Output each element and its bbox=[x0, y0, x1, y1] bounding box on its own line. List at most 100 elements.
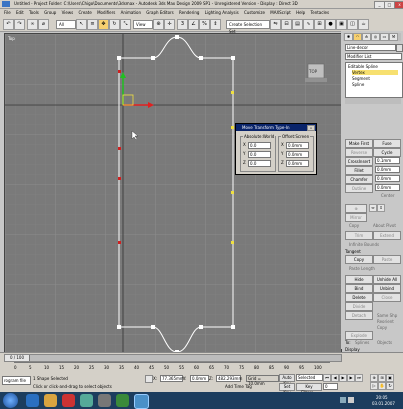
vertex[interactable] bbox=[117, 325, 121, 329]
stack-spline[interactable]: Spline bbox=[352, 82, 364, 87]
explorer-taskbar-icon[interactable] bbox=[44, 394, 57, 407]
vertex[interactable] bbox=[151, 56, 155, 60]
vertex-red[interactable] bbox=[118, 177, 121, 180]
set-key-button[interactable]: Set Key bbox=[279, 383, 295, 395]
crossinsert-button[interactable]: CrossInsert bbox=[345, 157, 373, 166]
schematic-view-icon[interactable]: ⊞ bbox=[314, 19, 325, 30]
snap-toggle-icon[interactable]: 3 bbox=[177, 19, 188, 30]
tangent-paste-button[interactable]: Paste bbox=[373, 255, 401, 264]
3dsmax-taskbar-icon[interactable] bbox=[134, 394, 149, 409]
mirror-h-icon[interactable]: ⇔ bbox=[369, 204, 377, 212]
menu-maxscript[interactable]: MAXScript bbox=[270, 9, 291, 17]
vertex-red[interactable] bbox=[118, 70, 121, 73]
named-selection-dropdown[interactable]: Create Selection Set bbox=[226, 20, 270, 34]
current-frame-field[interactable]: 0 bbox=[323, 383, 338, 390]
vertex[interactable] bbox=[151, 325, 155, 329]
vertex[interactable] bbox=[231, 56, 235, 60]
mirror-icon[interactable]: ⇋ bbox=[270, 19, 281, 30]
menu-rendering[interactable]: Rendering bbox=[179, 9, 199, 17]
manipulate-icon[interactable]: ✛ bbox=[164, 19, 175, 30]
clock-time[interactable]: 20:05 bbox=[376, 395, 388, 400]
vertex-red[interactable] bbox=[118, 147, 121, 150]
select-scale-icon[interactable]: ⤡ bbox=[120, 19, 131, 30]
vertex[interactable] bbox=[199, 325, 203, 329]
about-pivot-checkbox[interactable]: About Pivot bbox=[373, 223, 396, 228]
vertex[interactable] bbox=[199, 56, 203, 60]
key-mode-dropdown[interactable]: Selected bbox=[296, 374, 323, 381]
menu-group[interactable]: Group bbox=[44, 9, 56, 17]
auto-key-button[interactable]: Auto Key bbox=[279, 374, 295, 386]
app-icon[interactable] bbox=[2, 1, 10, 7]
stack-vertex[interactable]: Vertex bbox=[352, 70, 398, 75]
abs-z-input[interactable]: 0.0 bbox=[248, 160, 271, 167]
stack-segment[interactable]: Segment bbox=[352, 76, 370, 81]
hierarchy-tab-icon[interactable]: ⋔ bbox=[362, 33, 371, 41]
vertex[interactable] bbox=[175, 35, 179, 39]
detach-button[interactable]: Detach bbox=[345, 311, 373, 320]
chamfer-value[interactable]: 0.0mm bbox=[375, 175, 400, 182]
make-first-button[interactable]: Make First bbox=[345, 139, 373, 148]
play-icon[interactable]: ▶ bbox=[339, 374, 347, 382]
modify-tab-icon[interactable]: ◠ bbox=[353, 33, 362, 41]
unlink-icon[interactable]: ⌀ bbox=[38, 19, 49, 30]
create-tab-icon[interactable]: ✱ bbox=[344, 33, 353, 41]
menu-views[interactable]: Views bbox=[62, 9, 74, 17]
bind-button[interactable]: Bind bbox=[345, 284, 373, 293]
splines-radio[interactable]: Splines bbox=[355, 340, 369, 345]
selected-vertex[interactable] bbox=[231, 241, 234, 244]
media-taskbar-icon[interactable] bbox=[62, 394, 75, 407]
redo-icon[interactable]: ↷ bbox=[14, 19, 25, 30]
menu-help[interactable]: Help bbox=[296, 9, 305, 17]
object-color-swatch[interactable] bbox=[396, 44, 403, 52]
fillet-value[interactable]: 0.0mm bbox=[375, 166, 400, 173]
start-button[interactable] bbox=[3, 393, 18, 408]
vertex-red[interactable] bbox=[118, 241, 121, 244]
next-frame-icon[interactable]: ▶ bbox=[347, 374, 355, 382]
utilities-tab-icon[interactable]: ⚒ bbox=[389, 33, 398, 41]
objects-radio[interactable]: Objects bbox=[377, 340, 392, 345]
pivot-icon[interactable]: ⊕ bbox=[153, 19, 164, 30]
stack-editable-spline[interactable]: Editable Spline bbox=[348, 64, 378, 69]
angle-snap-icon[interactable]: ∠ bbox=[188, 19, 199, 30]
app3-taskbar-icon[interactable] bbox=[116, 394, 129, 407]
object-name-field[interactable]: Line-decor bbox=[345, 44, 396, 51]
menu-tools[interactable]: Tools bbox=[29, 9, 39, 17]
motion-tab-icon[interactable]: ◎ bbox=[371, 33, 380, 41]
menu-customize[interactable]: Customize bbox=[244, 9, 265, 17]
field-of-view-icon[interactable]: ▷ bbox=[370, 382, 378, 390]
close-button[interactable]: x bbox=[394, 1, 403, 9]
pan-icon[interactable]: ✋ bbox=[378, 382, 386, 390]
render-setup-icon[interactable]: ▣ bbox=[336, 19, 347, 30]
trim-button[interactable]: Trim bbox=[345, 231, 373, 240]
app-taskbar-icon[interactable] bbox=[80, 394, 93, 407]
time-slider-track[interactable]: 0 / 100 bbox=[4, 354, 342, 362]
select-rotate-icon[interactable]: ↻ bbox=[109, 19, 120, 30]
divide-button[interactable]: Divide bbox=[345, 302, 373, 311]
align-icon[interactable]: ⊟ bbox=[281, 19, 292, 30]
time-slider[interactable]: 0 / 100 bbox=[5, 355, 30, 361]
reverse-button[interactable]: Reverse bbox=[345, 148, 373, 157]
lock-selection-icon[interactable] bbox=[145, 375, 153, 383]
go-to-end-icon[interactable]: ⏭ bbox=[355, 374, 363, 382]
extend-button[interactable]: Extend bbox=[373, 231, 401, 240]
zoom-icon[interactable]: ⊕ bbox=[370, 374, 378, 382]
unbind-button[interactable]: Unbind bbox=[373, 284, 401, 293]
time-ruler[interactable]: 0 5 10 15 20 25 30 35 40 45 50 55 60 65 … bbox=[14, 362, 330, 373]
off-y-input[interactable]: 0.0mm bbox=[286, 151, 309, 158]
network-icon[interactable] bbox=[340, 397, 346, 403]
abs-y-input[interactable]: 0.0 bbox=[248, 151, 271, 158]
paste-length-checkbox[interactable]: Paste Length bbox=[349, 266, 375, 271]
modifier-list-dropdown[interactable]: Modifier List bbox=[345, 53, 402, 60]
outline-value[interactable]: 0.0mm bbox=[375, 184, 400, 191]
select-by-name-icon[interactable]: ≡ bbox=[87, 19, 98, 30]
prev-frame-icon[interactable]: ◀ bbox=[331, 374, 339, 382]
same-shp-checkbox[interactable]: Same Shp bbox=[377, 313, 397, 318]
select-move-icon[interactable]: ✥ bbox=[98, 19, 109, 30]
select-object-icon[interactable]: ↖ bbox=[76, 19, 87, 30]
cycle-button[interactable]: Cycle bbox=[373, 148, 401, 157]
crossinsert-value[interactable]: 0.1mm bbox=[375, 157, 400, 164]
vertex[interactable] bbox=[117, 56, 121, 60]
delete-button[interactable]: Delete bbox=[345, 293, 373, 302]
boolean-button[interactable]: ⊕ bbox=[345, 204, 367, 213]
center-checkbox-label[interactable]: Center bbox=[381, 193, 394, 198]
